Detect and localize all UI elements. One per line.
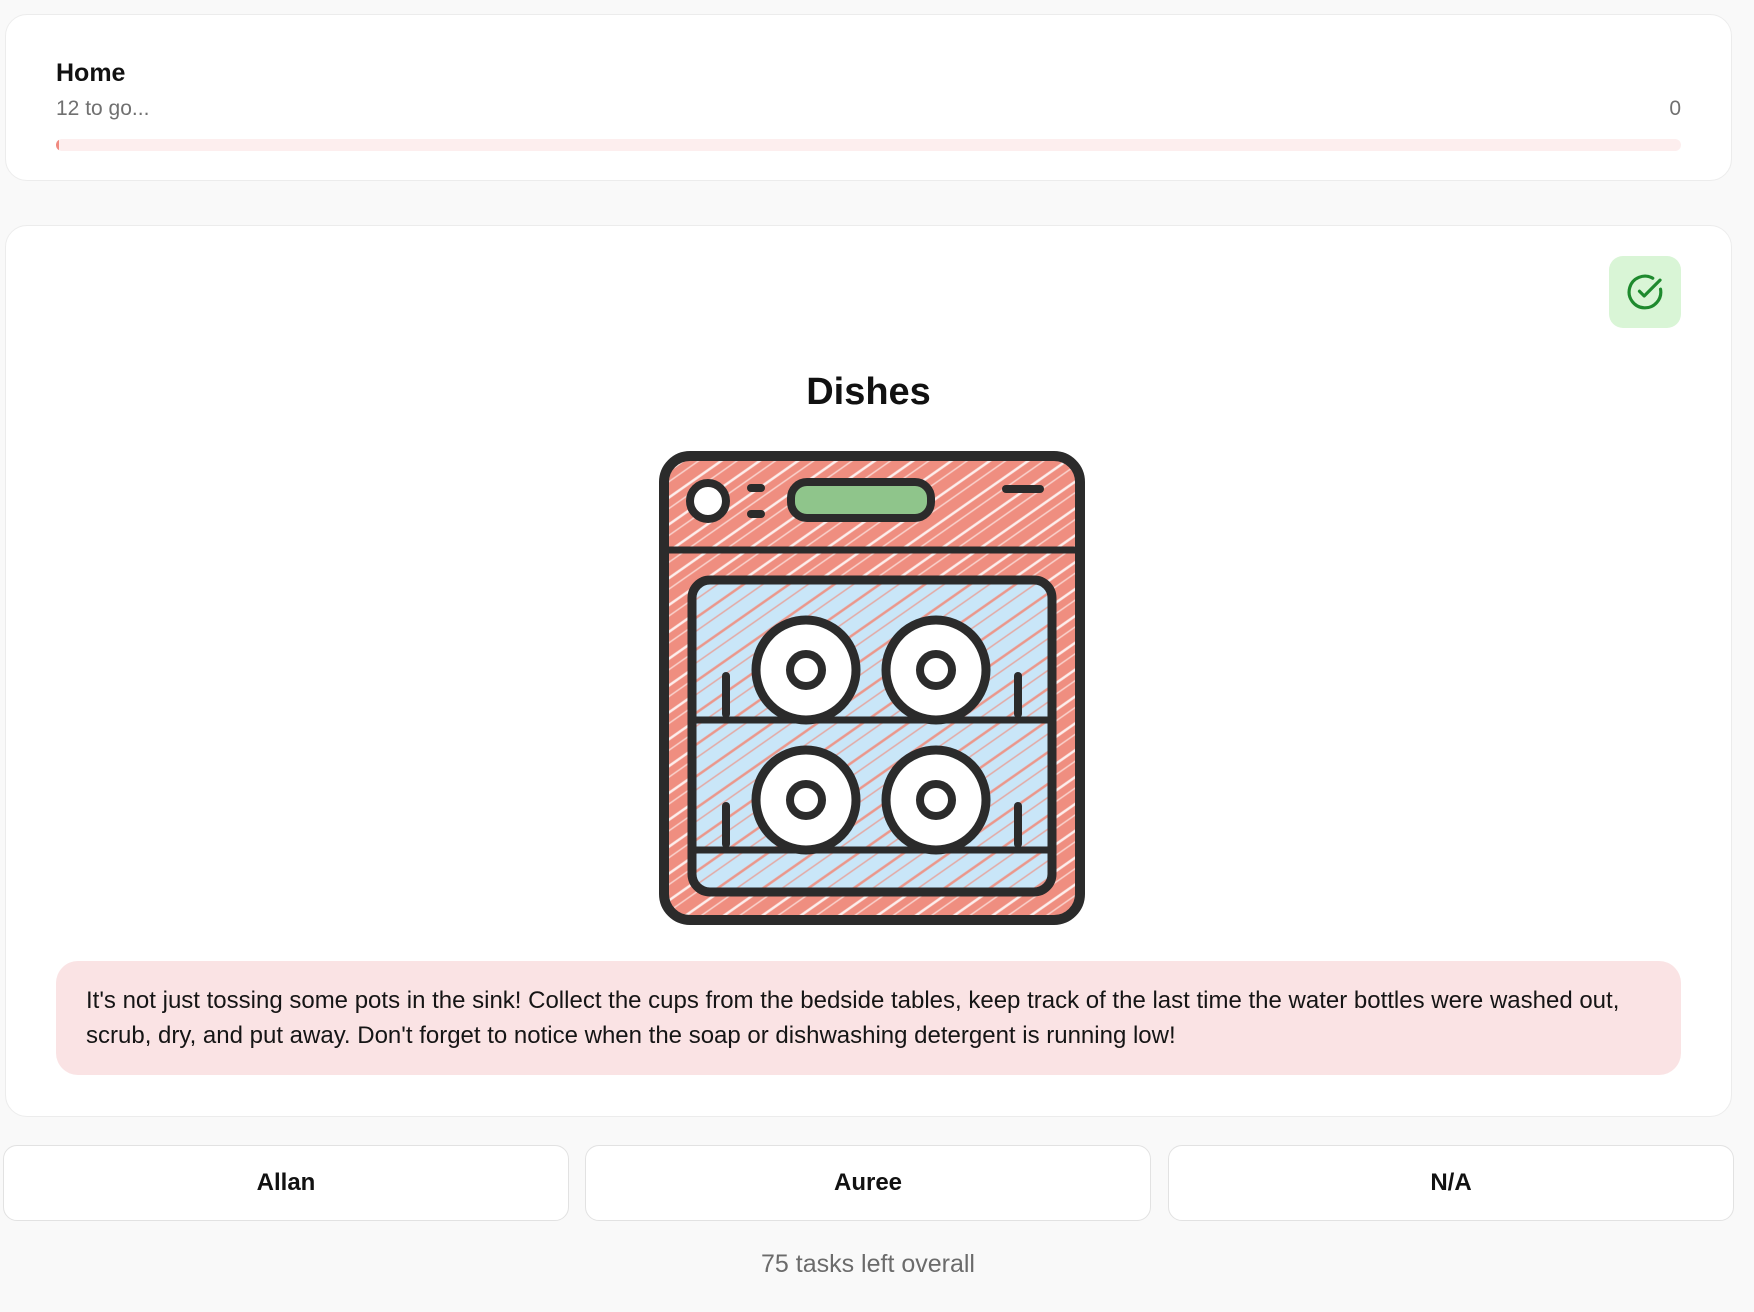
progress-count: 0 (1669, 97, 1681, 120)
assignee-button-allan[interactable]: Allan (3, 1145, 569, 1221)
progress-remaining-text: 12 to go... (56, 97, 150, 120)
app-page: Home 12 to go... 0 Dishes It's not just … (0, 0, 1754, 1312)
assignee-button-auree[interactable]: Auree (585, 1145, 1151, 1221)
task-title: Dishes (806, 371, 931, 413)
assignee-button-na[interactable]: N/A (1168, 1145, 1734, 1221)
mark-done-button[interactable] (1609, 256, 1681, 328)
progress-card: Home 12 to go... 0 (5, 14, 1732, 181)
progress-bar (56, 139, 1681, 151)
progress-bar-fill (56, 139, 60, 151)
task-card: Dishes It's not just tossing some pots i… (5, 225, 1732, 1117)
dishwasher-icon (659, 451, 1085, 925)
task-description: It's not just tossing some pots in the s… (56, 961, 1681, 1075)
check-circle-icon (1627, 274, 1663, 310)
tasks-remaining-text: 75 tasks left overall (761, 1250, 975, 1278)
progress-title: Home (56, 59, 126, 87)
